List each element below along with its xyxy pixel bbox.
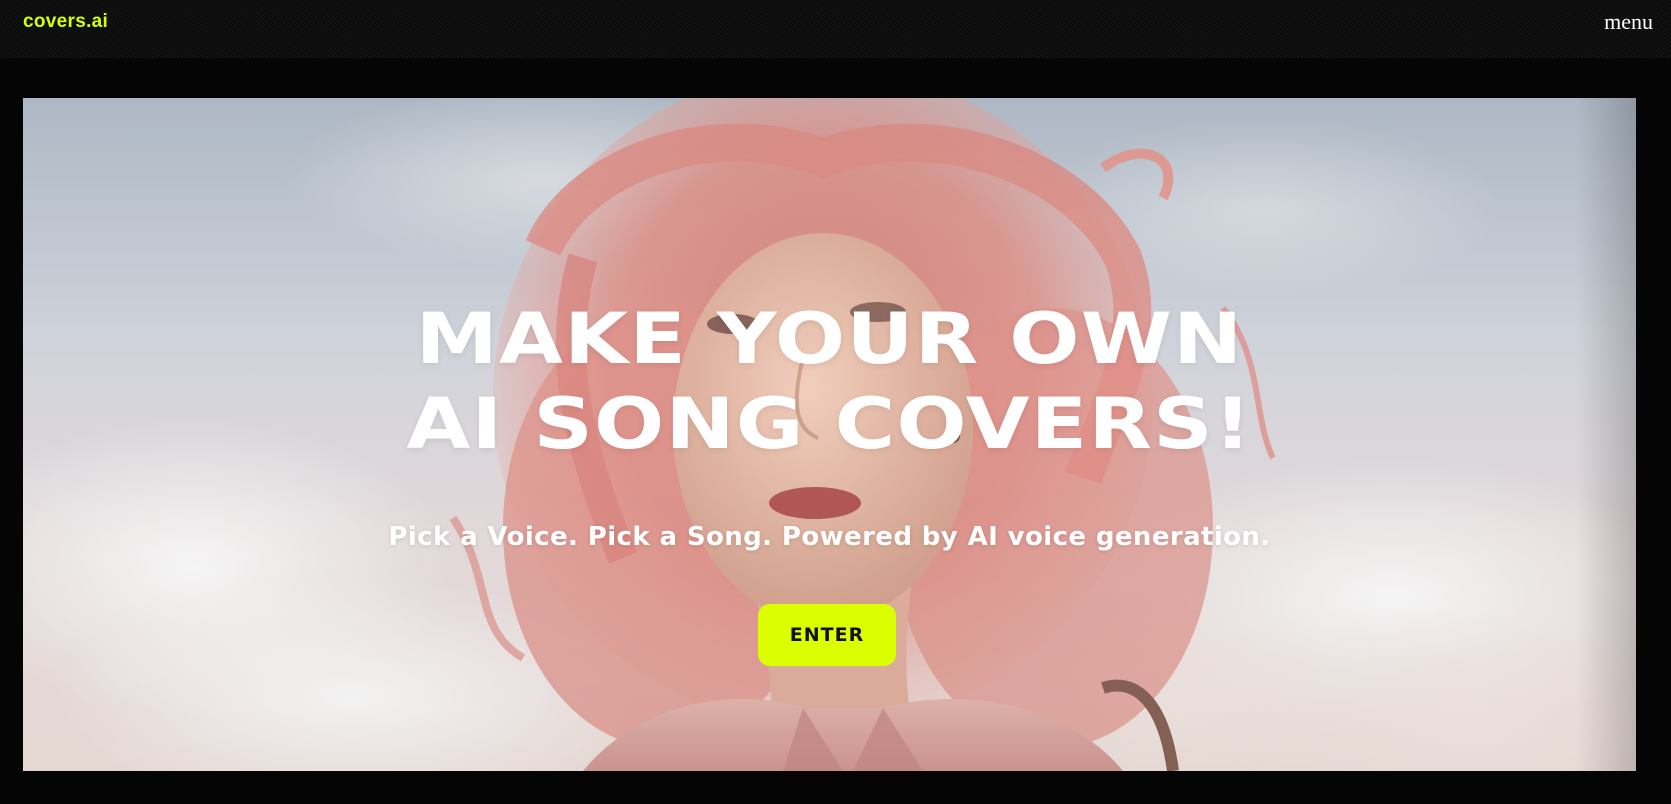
- brand-logo[interactable]: covers.ai: [23, 11, 108, 33]
- menu-button[interactable]: menu: [1604, 9, 1653, 35]
- hero-subtitle: Pick a Voice. Pick a Song. Powered by AI…: [388, 522, 1271, 552]
- hero-headline-line-2: AI SONG COVERS!: [406, 382, 1253, 465]
- top-navigation-bar: covers.ai menu: [0, 0, 1671, 58]
- enter-button[interactable]: ENTER: [758, 604, 896, 666]
- hero-headline-line-1: MAKE YOUR OWN: [415, 297, 1244, 380]
- hero-section: MAKE YOUR OWN AI SONG COVERS! Pick a Voi…: [23, 98, 1636, 771]
